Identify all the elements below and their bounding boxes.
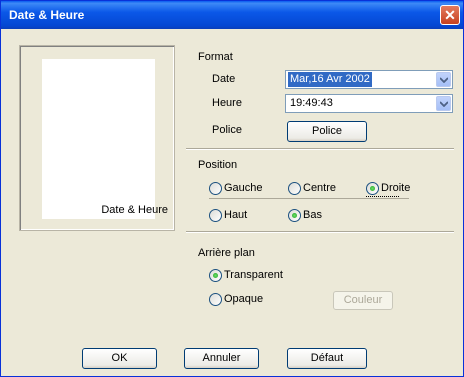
preview-text: Date & Heure: [101, 204, 168, 216]
radio-bottom-label: Bas: [303, 209, 322, 221]
radio-bottom[interactable]: Bas: [288, 209, 348, 223]
radio-right[interactable]: Droite: [366, 182, 426, 196]
date-time-dialog: Date & Heure ✕ Date & Heure Format Date …: [0, 0, 464, 377]
separator: [209, 198, 409, 199]
radio-left-label: Gauche: [224, 182, 263, 194]
radio-indicator-selected: [366, 182, 379, 195]
radio-opaque-label: Opaque: [224, 293, 264, 305]
chevron-down-icon[interactable]: [436, 96, 451, 111]
time-label: Heure: [212, 97, 242, 109]
radio-indicator: [288, 182, 301, 195]
date-label: Date: [212, 73, 236, 85]
background-section-label: Arrière plan: [198, 247, 255, 259]
radio-indicator: [209, 209, 222, 222]
radio-indicator: [209, 293, 222, 306]
preview-panel: Date & Heure: [19, 45, 175, 231]
radio-center[interactable]: Centre: [288, 182, 348, 196]
title-bar[interactable]: Date & Heure ✕: [1, 1, 463, 29]
time-format-select[interactable]: 19:49:43: [285, 94, 453, 113]
chevron-down-icon[interactable]: [436, 72, 451, 87]
radio-indicator-selected: [209, 269, 222, 282]
separator: [186, 148, 454, 150]
font-button[interactable]: Police: [287, 121, 367, 142]
format-section-label: Format: [198, 51, 233, 63]
radio-indicator: [209, 182, 222, 195]
ok-button[interactable]: OK: [82, 348, 157, 369]
cancel-button[interactable]: Annuler: [184, 348, 259, 369]
time-format-value: 19:49:43: [290, 97, 333, 109]
radio-opaque[interactable]: Opaque: [209, 293, 269, 307]
close-button[interactable]: ✕: [440, 5, 460, 25]
radio-left[interactable]: Gauche: [209, 182, 269, 196]
close-icon: ✕: [444, 7, 456, 23]
color-button[interactable]: Couleur: [333, 291, 393, 310]
radio-right-label: Droite: [381, 182, 411, 194]
radio-center-label: Centre: [303, 182, 337, 194]
default-button[interactable]: Défaut: [287, 348, 367, 369]
focus-rectangle: [366, 196, 399, 197]
radio-top-label: Haut: [224, 209, 248, 221]
radio-top[interactable]: Haut: [209, 209, 269, 223]
font-label: Police: [212, 124, 242, 136]
separator: [186, 231, 454, 233]
position-section-label: Position: [198, 159, 238, 171]
date-format-select[interactable]: Mar,16 Avr 2002: [285, 70, 453, 89]
radio-transparent[interactable]: Transparent: [209, 269, 289, 283]
window-title: Date & Heure: [9, 8, 85, 22]
preview-page: [42, 59, 155, 219]
radio-indicator-selected: [288, 209, 301, 222]
radio-transparent-label: Transparent: [224, 269, 283, 281]
date-format-value: Mar,16 Avr 2002: [288, 72, 372, 87]
